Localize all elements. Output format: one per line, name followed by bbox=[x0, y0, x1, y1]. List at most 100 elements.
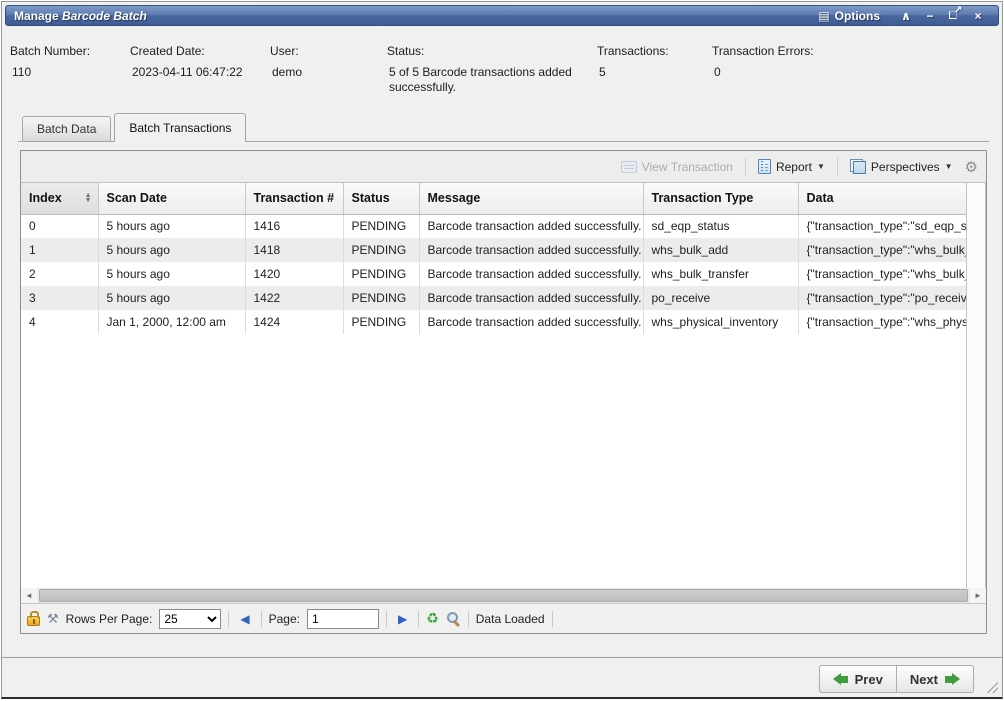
column-header-message[interactable]: Message bbox=[419, 183, 643, 214]
cell-transaction-type: whs_bulk_transfer bbox=[643, 262, 798, 286]
cell-transaction-number: 1420 bbox=[245, 262, 343, 286]
separator bbox=[386, 611, 387, 627]
separator bbox=[837, 158, 838, 176]
scroll-left-button[interactable]: ◄ bbox=[21, 588, 37, 603]
manage-barcode-batch-window: Manage Barcode Batch ▤ Options ∧ − ↗ × B… bbox=[1, 1, 1003, 699]
user-field: User: demo bbox=[270, 44, 302, 80]
cell-index: 2 bbox=[21, 262, 98, 286]
batch-number-value: 110 bbox=[10, 65, 90, 80]
minimize-icon: − bbox=[926, 9, 933, 23]
column-header-scan-date[interactable]: Scan Date bbox=[98, 183, 245, 214]
cell-transaction-number: 1418 bbox=[245, 238, 343, 262]
main-panel: Batch Data Batch Transactions View Trans… bbox=[18, 112, 989, 657]
batch-number-field: Batch Number: 110 bbox=[10, 44, 90, 80]
report-button[interactable]: Report ▼ bbox=[753, 156, 830, 177]
rows-per-page-select[interactable]: 25 bbox=[159, 609, 221, 629]
sort-icon: ▲ ▼ bbox=[85, 193, 92, 203]
report-label: Report bbox=[776, 160, 812, 174]
cell-index: 3 bbox=[21, 286, 98, 310]
cell-scan-date: 5 hours ago bbox=[98, 214, 245, 238]
created-date-label: Created Date: bbox=[130, 44, 243, 58]
previous-page-button[interactable]: ◀ bbox=[236, 612, 253, 626]
table-row[interactable]: 1 5 hours ago 1418 PENDING Barcode trans… bbox=[21, 238, 967, 262]
scroll-right-button[interactable]: ► bbox=[970, 588, 986, 603]
cell-status: PENDING bbox=[343, 214, 419, 238]
window-title-emphasis: Barcode Batch bbox=[62, 9, 147, 23]
close-icon: × bbox=[974, 9, 981, 23]
cell-status: PENDING bbox=[343, 262, 419, 286]
transactions-label: Transactions: bbox=[597, 44, 669, 58]
column-header-index[interactable]: Index ▲ ▼ bbox=[21, 183, 98, 214]
next-button[interactable]: Next bbox=[896, 665, 974, 693]
green-right-arrow-icon bbox=[945, 673, 960, 685]
cell-transaction-number: 1424 bbox=[245, 310, 343, 334]
perspectives-label: Perspectives bbox=[871, 160, 940, 174]
transactions-table: Index ▲ ▼ Scan Date Transaction # Status bbox=[21, 183, 968, 334]
view-transaction-icon bbox=[621, 161, 637, 173]
table-row[interactable]: 2 5 hours ago 1420 PENDING Barcode trans… bbox=[21, 262, 967, 286]
close-button[interactable]: × bbox=[966, 9, 990, 23]
cell-transaction-type: whs_bulk_add bbox=[643, 238, 798, 262]
status-value: 5 of 5 Barcode transactions added succes… bbox=[387, 65, 592, 95]
collapse-button[interactable]: ∧ bbox=[894, 9, 918, 23]
refresh-icon[interactable]: ♻ bbox=[426, 610, 439, 627]
cell-message: Barcode transaction added successfully. bbox=[419, 262, 643, 286]
tab-batch-transactions[interactable]: Batch Transactions bbox=[114, 113, 246, 142]
separator bbox=[418, 611, 419, 627]
options-button[interactable]: ▤ Options bbox=[818, 9, 880, 23]
popout-icon: ↗ bbox=[948, 8, 961, 20]
cell-status: PENDING bbox=[343, 238, 419, 262]
cell-status: PENDING bbox=[343, 310, 419, 334]
gear-icon[interactable]: ⚙ bbox=[965, 158, 978, 176]
minimize-button[interactable]: − bbox=[918, 9, 942, 23]
column-header-transaction-type[interactable]: Transaction Type bbox=[643, 183, 798, 214]
cell-data: {"transaction_type":"whs_bulk_tra bbox=[798, 262, 967, 286]
user-label: User: bbox=[270, 44, 302, 58]
cell-scan-date: 5 hours ago bbox=[98, 286, 245, 310]
cell-status: PENDING bbox=[343, 286, 419, 310]
search-icon[interactable] bbox=[446, 611, 461, 626]
page-label: Page: bbox=[269, 612, 300, 626]
popout-button[interactable]: ↗ bbox=[942, 8, 966, 23]
cell-data: {"transaction_type":"po_receive"," bbox=[798, 286, 967, 310]
column-header-status[interactable]: Status bbox=[343, 183, 419, 214]
view-transaction-button[interactable]: View Transaction bbox=[616, 157, 738, 177]
separator bbox=[468, 611, 469, 627]
green-left-arrow-icon bbox=[833, 673, 848, 685]
cell-scan-date: 5 hours ago bbox=[98, 238, 245, 262]
vertical-scrollbar[interactable] bbox=[966, 183, 986, 588]
table-row[interactable]: 3 5 hours ago 1422 PENDING Barcode trans… bbox=[21, 286, 967, 310]
next-page-button[interactable]: ▶ bbox=[394, 612, 411, 626]
prev-button-label: Prev bbox=[855, 672, 883, 687]
cell-transaction-type: sd_eqp_status bbox=[643, 214, 798, 238]
cell-scan-date: 5 hours ago bbox=[98, 262, 245, 286]
horizontal-scrollbar[interactable]: ◄ ► bbox=[21, 588, 986, 603]
transactions-value: 5 bbox=[597, 65, 669, 80]
status-label: Status: bbox=[387, 44, 592, 58]
cell-data: {"transaction_type":"whs_physical bbox=[798, 310, 967, 334]
window-title: Manage Barcode Batch bbox=[14, 9, 147, 23]
perspectives-button[interactable]: Perspectives ▼ bbox=[845, 156, 958, 177]
table-row[interactable]: 0 5 hours ago 1416 PENDING Barcode trans… bbox=[21, 214, 967, 238]
scroll-left-icon: ◄ bbox=[25, 591, 33, 600]
resize-grip[interactable] bbox=[985, 680, 998, 693]
separator bbox=[261, 611, 262, 627]
cell-index: 0 bbox=[21, 214, 98, 238]
cell-scan-date: Jan 1, 2000, 12:00 am bbox=[98, 310, 245, 334]
options-label: Options bbox=[835, 9, 880, 23]
transactions-table-wrap: Index ▲ ▼ Scan Date Transaction # Status bbox=[21, 182, 986, 588]
table-row[interactable]: 4 Jan 1, 2000, 12:00 am 1424 PENDING Bar… bbox=[21, 310, 967, 334]
column-header-transaction-number[interactable]: Transaction # bbox=[245, 183, 343, 214]
wrench-icon[interactable]: ⚒ bbox=[47, 611, 59, 627]
tab-batch-data[interactable]: Batch Data bbox=[22, 116, 111, 141]
page-input[interactable] bbox=[307, 609, 379, 629]
horizontal-scrollbar-thumb[interactable] bbox=[39, 589, 968, 602]
data-loaded-status: Data Loaded bbox=[476, 612, 545, 626]
report-icon bbox=[758, 159, 771, 174]
cell-message: Barcode transaction added successfully. bbox=[419, 214, 643, 238]
options-icon: ▤ bbox=[818, 9, 829, 23]
column-header-data[interactable]: Data bbox=[798, 183, 967, 214]
lock-icon[interactable] bbox=[27, 616, 40, 626]
cell-transaction-number: 1416 bbox=[245, 214, 343, 238]
prev-button[interactable]: Prev bbox=[819, 665, 897, 693]
